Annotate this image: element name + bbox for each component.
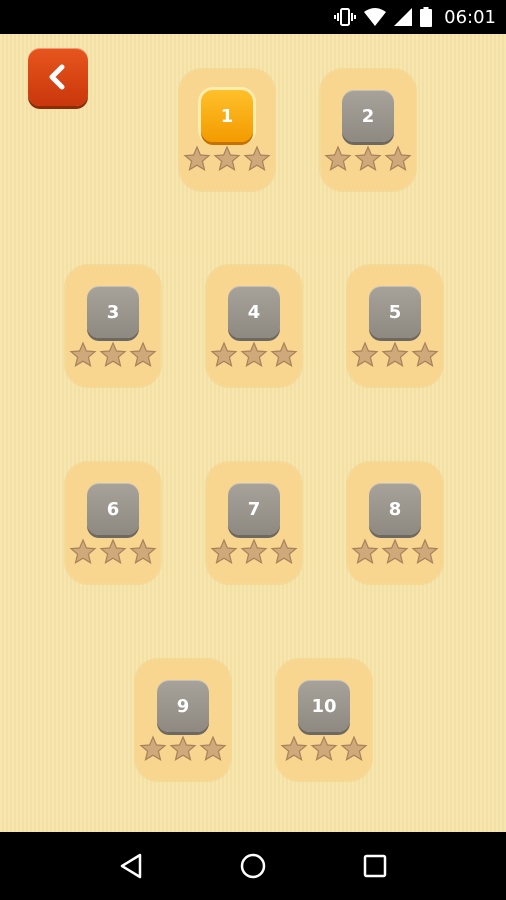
level-button[interactable]: 9 [157, 680, 209, 732]
star-icon [310, 735, 338, 761]
star-icon [384, 145, 412, 171]
star-icon [270, 341, 298, 367]
star-icon [270, 538, 298, 564]
wifi-icon [364, 8, 387, 26]
star-icon [213, 145, 241, 171]
star-icon [411, 538, 439, 564]
level-stars [351, 341, 439, 369]
level-card-4[interactable]: 4 [207, 266, 301, 386]
level-stars [324, 145, 412, 173]
level-card-3[interactable]: 3 [66, 266, 160, 386]
back-button[interactable] [28, 48, 88, 106]
square-recents-icon [363, 854, 387, 878]
star-icon [69, 538, 97, 564]
star-icon [381, 538, 409, 564]
level-button[interactable]: 2 [342, 90, 394, 142]
star-icon [169, 735, 197, 761]
star-icon [210, 341, 238, 367]
level-stars [183, 145, 271, 173]
level-button[interactable]: 10 [298, 680, 350, 732]
nav-home-button[interactable] [228, 841, 278, 891]
star-icon [69, 341, 97, 367]
level-stars [351, 538, 439, 566]
star-icon [129, 538, 157, 564]
nav-recents-button[interactable] [350, 841, 400, 891]
star-icon [210, 538, 238, 564]
signal-icon [394, 8, 413, 26]
level-stars [210, 341, 298, 369]
star-icon [99, 341, 127, 367]
star-icon [199, 735, 227, 761]
star-icon [340, 735, 368, 761]
star-icon [351, 341, 379, 367]
navigation-bar [0, 832, 506, 900]
star-icon [129, 341, 157, 367]
level-card-7[interactable]: 7 [207, 463, 301, 583]
star-icon [240, 341, 268, 367]
level-stars [139, 735, 227, 763]
battery-icon [420, 7, 433, 27]
level-select-screen: 1 2 3 4 5 6 7 8 9 10 [0, 34, 506, 832]
level-card-10[interactable]: 10 [277, 660, 371, 780]
star-icon [243, 145, 271, 171]
nav-back-button[interactable] [106, 841, 156, 891]
level-button[interactable]: 5 [369, 286, 421, 338]
level-card-8[interactable]: 8 [348, 463, 442, 583]
clock: 06:01 [444, 6, 496, 28]
level-card-2[interactable]: 2 [321, 70, 415, 190]
star-icon [240, 538, 268, 564]
star-icon [280, 735, 308, 761]
level-button[interactable]: 7 [228, 483, 280, 535]
star-icon [354, 145, 382, 171]
level-stars [280, 735, 368, 763]
level-button[interactable]: 1 [201, 90, 253, 142]
level-card-1[interactable]: 1 [180, 70, 274, 190]
level-button[interactable]: 4 [228, 286, 280, 338]
level-card-6[interactable]: 6 [66, 463, 160, 583]
star-icon [351, 538, 379, 564]
level-card-9[interactable]: 9 [136, 660, 230, 780]
level-button[interactable]: 3 [87, 286, 139, 338]
level-button[interactable]: 8 [369, 483, 421, 535]
star-icon [139, 735, 167, 761]
chevron-left-icon [49, 64, 65, 90]
level-stars [69, 341, 157, 369]
level-card-5[interactable]: 5 [348, 266, 442, 386]
star-icon [99, 538, 127, 564]
level-button[interactable]: 6 [87, 483, 139, 535]
level-stars [69, 538, 157, 566]
star-icon [324, 145, 352, 171]
star-icon [411, 341, 439, 367]
triangle-back-icon [120, 853, 142, 879]
star-icon [381, 341, 409, 367]
vibrate-icon [334, 7, 357, 27]
star-icon [183, 145, 211, 171]
status-bar: 06:01 [0, 0, 506, 34]
level-stars [210, 538, 298, 566]
circle-home-icon [240, 853, 266, 879]
